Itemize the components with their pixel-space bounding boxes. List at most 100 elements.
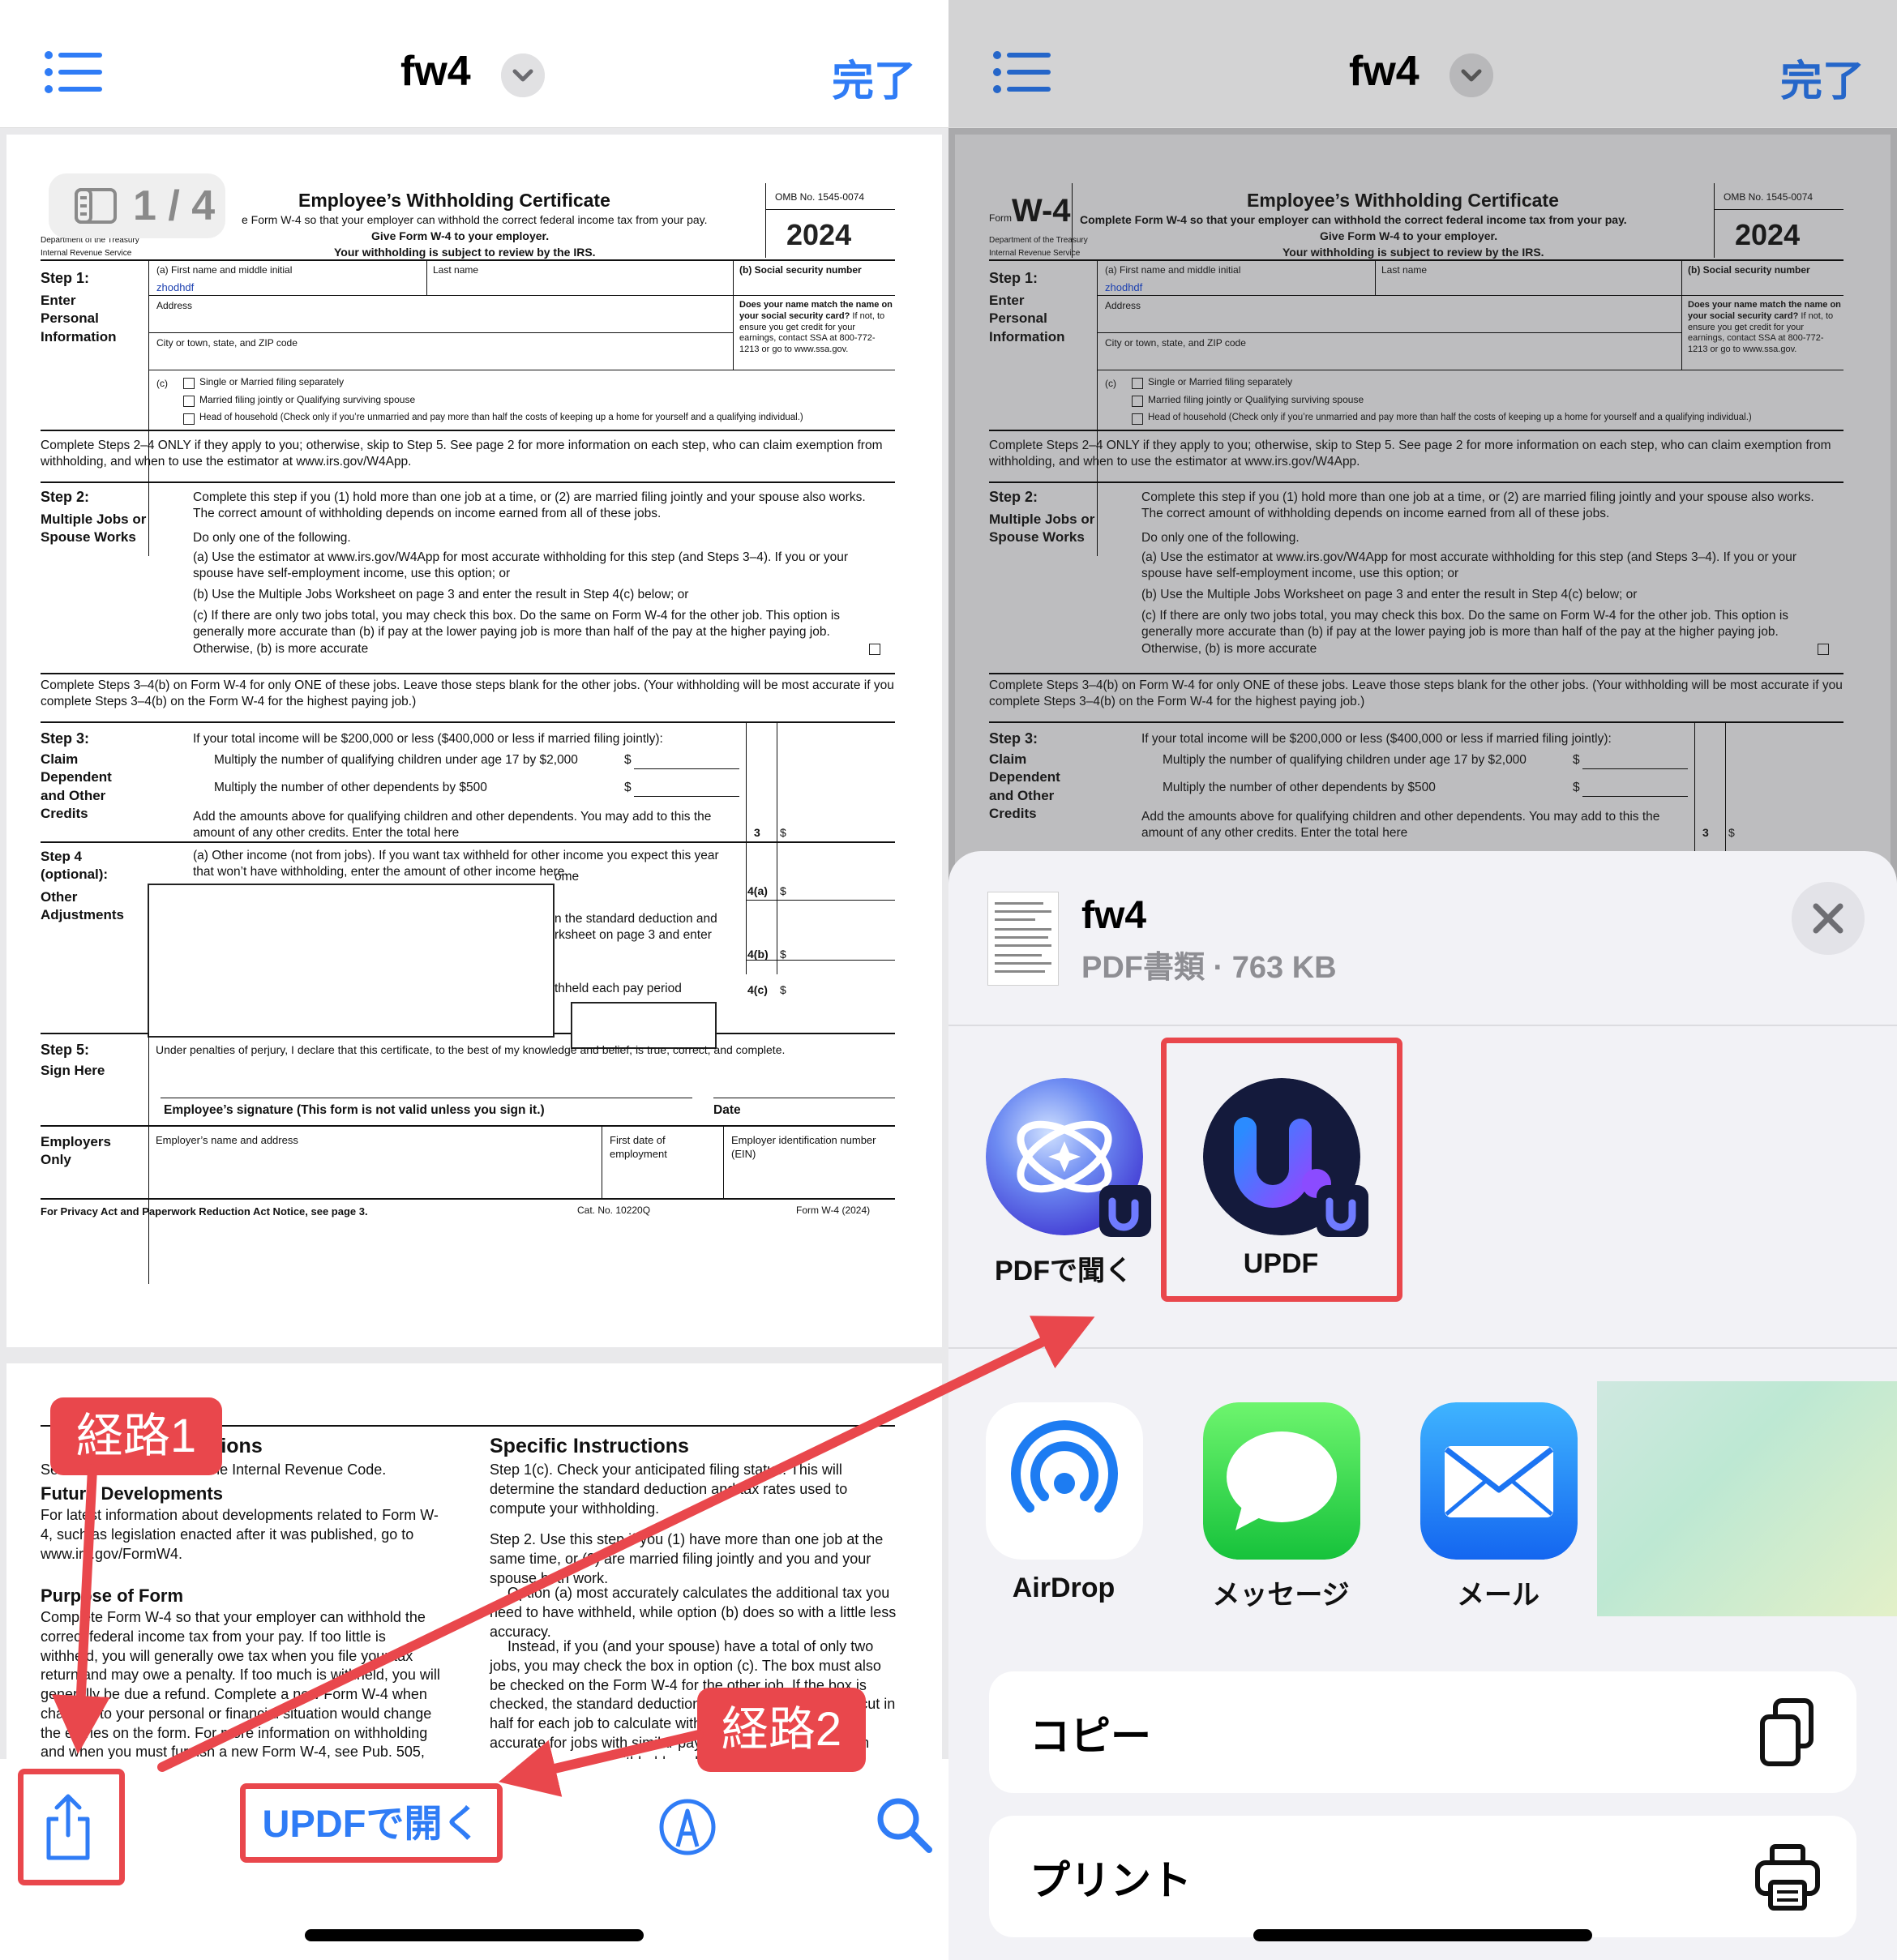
filing-joint-checkbox[interactable] xyxy=(183,396,195,407)
step1-name: Enter Personal Information xyxy=(989,293,1065,344)
step4-text-fragment: thheld each pay period xyxy=(555,982,682,995)
step2-name: Multiple Jobs or Spouse Works xyxy=(989,511,1095,546)
filing-single-label: Single or Married filing separately xyxy=(199,376,345,387)
step3-children-line: Multiply the number of qualifying childr… xyxy=(1163,753,1527,767)
step2-instruction: Do only one of the following. xyxy=(1141,531,1300,545)
future-developments-heading: Future Developments xyxy=(41,1483,223,1504)
copy-action[interactable]: コピー xyxy=(989,1671,1856,1793)
first-name-label: (a) First name and middle initial xyxy=(1105,264,1241,276)
address-label: Address xyxy=(156,300,193,311)
filing-hoh-label: Head of household (Check only if you’re … xyxy=(199,413,803,422)
dollar-sign: $ xyxy=(780,884,786,897)
purpose-text: Complete Form W-4 so that your employer … xyxy=(41,1609,440,1769)
sidebar-icon xyxy=(75,188,117,224)
irs-label: Internal Revenue Service xyxy=(989,249,1081,258)
filing-single-label: Single or Married filing separately xyxy=(1148,376,1293,387)
two-jobs-checkbox[interactable] xyxy=(869,644,880,655)
ein-label: Employer identification number (EIN) xyxy=(731,1134,876,1161)
filing-status-label: (c) xyxy=(1105,378,1116,389)
step4-text-fragment: n the standard deduction and rksheet on … xyxy=(555,912,717,943)
sheet-subtitle: PDF書類 · 763 KB xyxy=(1081,951,1337,985)
first-name-label: (a) First name and middle initial xyxy=(156,264,293,276)
share-label-airdrop: AirDrop xyxy=(1012,1573,1116,1603)
dept-treasury: Department of the Treasury xyxy=(989,236,1088,245)
line-4a: 4(a) xyxy=(747,884,768,897)
print-icon xyxy=(1755,1844,1820,1911)
chevron-down-icon[interactable] xyxy=(501,53,545,97)
app-label-pdf-listen: PDFで聞く xyxy=(995,1256,1133,1286)
step3-total-text: Add the amounts above for qualifying chi… xyxy=(193,810,712,841)
filing-joint-label: Married filing jointly or Qualifying sur… xyxy=(199,394,416,405)
messages-icon xyxy=(1203,1402,1360,1560)
dollar-sign: $ xyxy=(1573,781,1580,794)
ssn-note: Does your name match the name on your so… xyxy=(1688,300,1841,354)
form-instruction-2: Give Form W-4 to your employer. xyxy=(1320,229,1498,242)
filing-joint-checkbox xyxy=(1132,396,1143,407)
chevron-down-icon xyxy=(1450,53,1493,97)
city-label: City or town, state, and ZIP code xyxy=(1105,337,1246,349)
step4-text-fragment: ome xyxy=(555,870,580,884)
form-instruction-2: Give Form W-4 to your employer. xyxy=(371,229,550,242)
form-name: W-4 xyxy=(1012,193,1071,229)
perjury-statement: Under penalties of perjury, I declare th… xyxy=(156,1043,786,1056)
future-developments-text: For latest information about development… xyxy=(41,1507,439,1562)
children-amount-field[interactable] xyxy=(634,768,739,769)
step3-dependents-line: Multiply the number of other dependents … xyxy=(1163,781,1436,794)
list-icon[interactable] xyxy=(44,50,102,94)
employers-only-label: Employers Only xyxy=(41,1134,111,1168)
list-icon xyxy=(993,51,1051,93)
form-instruction-1: e Form W-4 so that your employer can wit… xyxy=(242,213,708,226)
dependents-amount-field[interactable] xyxy=(634,796,739,797)
filing-single-checkbox[interactable] xyxy=(183,378,195,389)
markup-icon[interactable] xyxy=(658,1798,717,1856)
share-target-preview[interactable] xyxy=(1597,1381,1897,1616)
filing-hoh-label: Head of household (Check only if you’re … xyxy=(1148,413,1752,422)
page-counter[interactable]: 1 / 4 xyxy=(49,173,225,238)
step2-option-c: (c) If there are only two jobs total, yo… xyxy=(1141,609,1789,656)
step2-instruction: Do only one of the following. xyxy=(193,531,351,545)
page-counter-text: 1 / 4 xyxy=(133,182,216,229)
date-label: Date xyxy=(713,1103,741,1117)
step4-label: Step 4 (optional): xyxy=(41,849,109,883)
filing-hoh-checkbox[interactable] xyxy=(183,413,195,425)
dollar-sign: $ xyxy=(1728,826,1735,839)
print-action[interactable]: プリント xyxy=(989,1816,1856,1937)
done-button[interactable]: 完了 xyxy=(832,47,916,108)
filing-single-checkbox xyxy=(1132,378,1143,389)
white-overlay-box xyxy=(148,884,555,1038)
share-highlight-box xyxy=(18,1769,125,1885)
specific-instructions-heading: Specific Instructions xyxy=(490,1435,689,1457)
catalog-number: Cat. No. 10220Q xyxy=(577,1205,651,1216)
share-label-mail: メール xyxy=(1457,1580,1539,1611)
home-indicator xyxy=(1253,1929,1592,1941)
nav-bar-dimmed: fw4 完了 xyxy=(948,0,1897,128)
step5-label: Step 5: xyxy=(41,1042,90,1058)
form-title: Employee’s Withholding Certificate xyxy=(1247,190,1559,211)
line-3: 3 xyxy=(754,826,760,839)
step3-total-text: Add the amounts above for qualifying chi… xyxy=(1141,810,1660,841)
nav-bar: fw4 完了 xyxy=(0,0,948,128)
copy-label: コピー xyxy=(1030,1714,1151,1759)
step3-name: Claim Dependent and Other Credits xyxy=(41,751,112,822)
step2-option-a: (a) Use the estimator at www.irs.gov/W4A… xyxy=(193,550,849,581)
home-indicator xyxy=(305,1929,644,1941)
sheet-title: fw4 xyxy=(1081,894,1147,937)
updf-badge-icon xyxy=(1099,1185,1151,1237)
updf-highlight-box xyxy=(1161,1038,1402,1302)
step1c-text: Step 1(c). Check your anticipated filing… xyxy=(490,1461,848,1517)
irs-label: Internal Revenue Service xyxy=(41,249,132,258)
route2-tag: 経路2 xyxy=(697,1688,866,1772)
copy-icon xyxy=(1760,1698,1813,1766)
filing-status-label: (c) xyxy=(156,378,168,389)
step1-label: Step 1: xyxy=(989,270,1038,286)
share-sheet: fw4 PDF書類 · 763 KB PDFで聞く UPDF AirDrop メ… xyxy=(948,851,1897,1960)
document-title: fw4 xyxy=(1349,48,1420,95)
pdf-page-1: Employee’s Withholding Certificate e For… xyxy=(6,135,942,1347)
close-icon[interactable] xyxy=(1792,882,1865,955)
first-name-value[interactable]: zhodhdf xyxy=(156,280,194,294)
dollar-sign: $ xyxy=(1573,753,1580,767)
complete-steps-2-4: Complete Steps 2–4 ONLY if they apply to… xyxy=(989,439,1831,469)
search-icon[interactable] xyxy=(876,1796,932,1853)
purpose-heading: Purpose of Form xyxy=(41,1586,184,1606)
form-year: 2024 xyxy=(786,218,852,251)
